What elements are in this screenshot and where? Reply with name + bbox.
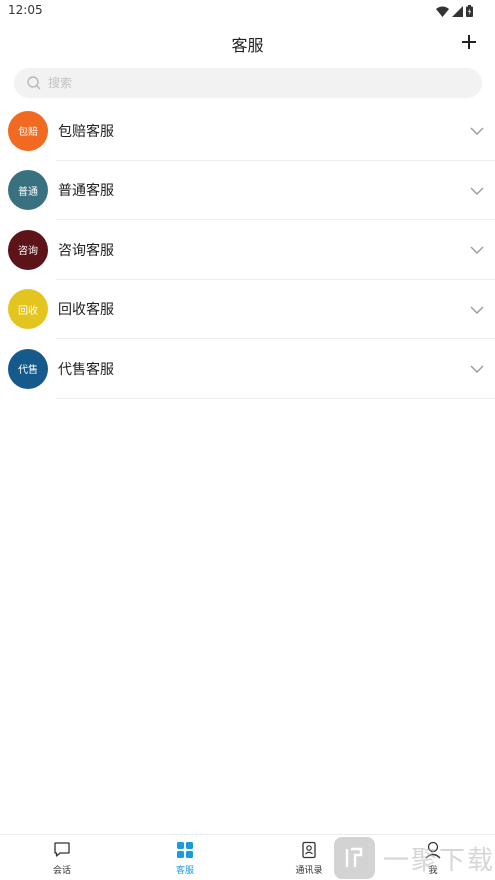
group-avatar: 普通 [8,170,48,211]
chevron-down-icon[interactable] [469,361,485,377]
group-label: 代售客服 [58,361,114,378]
search-input[interactable] [48,76,448,90]
chat-icon [54,842,70,857]
avatar-text: 包赔 [18,127,38,139]
group-row-general[interactable]: 普通 普通客服 [0,161,495,220]
chevron-down-icon[interactable] [469,302,485,318]
title-bar: 客服 [0,22,495,64]
group-avatar: 代售 [8,348,48,389]
tab-customer-service[interactable]: 客服 [155,841,215,879]
chevron-down-icon[interactable] [469,183,485,199]
watermark: 一聚下载 [334,836,495,880]
status-icons [436,4,473,18]
watermark-text: 一聚下载 [382,845,495,876]
signal-icon [452,5,463,17]
watermark-logo [334,837,375,879]
group-avatar: 回收 [8,289,48,330]
tab-contacts[interactable]: 通讯录 [279,841,339,879]
group-row-consult[interactable]: 咨询 咨询客服 [0,220,495,280]
service-group-list: 包赔 包赔客服 普通 普通客服 咨询 咨询客服 回收 回收客服 代售 代售客服 [0,101,495,399]
chevron-down-icon[interactable] [469,242,485,258]
add-button[interactable] [459,32,479,52]
search-icon [27,76,41,90]
tab-label: 通讯录 [295,866,323,876]
battery-icon [466,5,473,17]
grid-icon [177,842,193,858]
ear-icon [346,847,363,867]
divider [56,397,495,399]
group-avatar: 包赔 [8,110,48,151]
group-row-consignment[interactable]: 代售 代售客服 [0,339,495,399]
group-row-compensation[interactable]: 包赔 包赔客服 [0,101,495,161]
avatar-text: 咨询 [18,246,38,258]
tab-label: 客服 [175,866,194,876]
status-bar: 12:05 [0,0,495,22]
group-label: 咨询客服 [58,242,114,259]
group-label: 普通客服 [58,183,114,200]
contacts-icon [302,841,316,859]
search-bar[interactable] [14,68,482,98]
group-avatar: 咨询 [8,229,48,270]
group-label: 回收客服 [58,302,114,319]
status-time: 12:05 [8,3,43,17]
avatar-text: 回收 [18,305,38,317]
group-row-recycle[interactable]: 回收 回收客服 [0,280,495,339]
group-label: 包赔客服 [58,123,114,140]
avatar-text: 普通 [18,186,38,198]
chevron-down-icon[interactable] [469,123,485,139]
wifi-icon [436,6,449,17]
page-title: 客服 [231,36,264,55]
tab-label: 会话 [52,866,71,876]
tab-conversations[interactable]: 会话 [32,841,92,879]
avatar-text: 代售 [18,365,38,377]
